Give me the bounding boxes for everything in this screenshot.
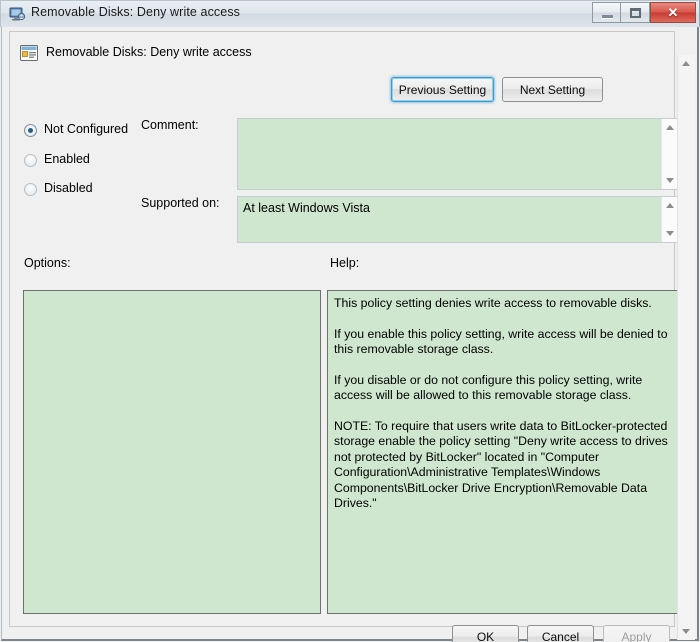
window-scrollbar[interactable] [677, 55, 695, 640]
minimize-icon [602, 15, 613, 19]
options-content [24, 291, 320, 303]
help-label: Help: [330, 256, 360, 270]
comment-input[interactable] [237, 118, 680, 190]
scroll-down-icon[interactable] [678, 623, 695, 640]
next-setting-button[interactable]: Next Setting [502, 77, 603, 102]
options-label: Options: [24, 256, 71, 270]
supported-on-input[interactable]: At least Windows Vista [237, 196, 680, 243]
radio-unselected-icon [24, 183, 37, 196]
help-paragraph: This policy setting denies write access … [334, 296, 652, 310]
computer-monitor-icon [9, 7, 26, 21]
page-title: Removable Disks: Deny write access [46, 45, 252, 59]
help-paragraph: If you enable this policy setting, write… [334, 326, 668, 357]
apply-button: Apply [603, 625, 670, 642]
comment-label: Comment: [141, 118, 199, 132]
help-paragraph: If you disable or do not configure this … [334, 372, 643, 403]
radio-disabled-label: Disabled [44, 181, 93, 195]
radio-enabled-label: Enabled [44, 152, 90, 166]
dialog-client-area: Removable Disks: Deny write access Previ… [1, 27, 699, 642]
dialog-inner-frame: Removable Disks: Deny write access Previ… [9, 31, 680, 627]
minimize-button[interactable] [592, 2, 621, 23]
scroll-up-icon[interactable] [678, 55, 695, 72]
cancel-button[interactable]: Cancel [527, 625, 594, 642]
help-panel: This policy setting denies write access … [327, 290, 680, 614]
supported-on-value: At least Windows Vista [238, 197, 662, 242]
radio-selected-icon [24, 124, 37, 137]
supported-on-label: Supported on: [141, 196, 220, 210]
help-paragraph: NOTE: To require that users write data t… [334, 418, 668, 511]
radio-unselected-icon [24, 154, 37, 167]
close-button[interactable]: ✕ [650, 2, 696, 23]
ok-button[interactable]: OK [452, 625, 519, 642]
window-title: Removable Disks: Deny write access [31, 5, 241, 19]
help-text: This policy setting denies write access … [328, 291, 679, 613]
window-controls: ✕ [592, 2, 696, 23]
options-panel[interactable] [23, 290, 321, 614]
policy-setting-icon [20, 45, 38, 61]
title-bar: Removable Disks: Deny write access ✕ [0, 0, 700, 27]
radio-not-configured-label: Not Configured [44, 122, 129, 136]
maximize-icon [630, 8, 641, 18]
comment-value [238, 119, 662, 189]
policy-setting-dialog: Removable Disks: Deny write access ✕ Rem… [0, 0, 700, 642]
previous-setting-button[interactable]: Previous Setting [391, 77, 494, 102]
close-icon: ✕ [667, 5, 679, 20]
maximize-button[interactable] [621, 2, 650, 23]
